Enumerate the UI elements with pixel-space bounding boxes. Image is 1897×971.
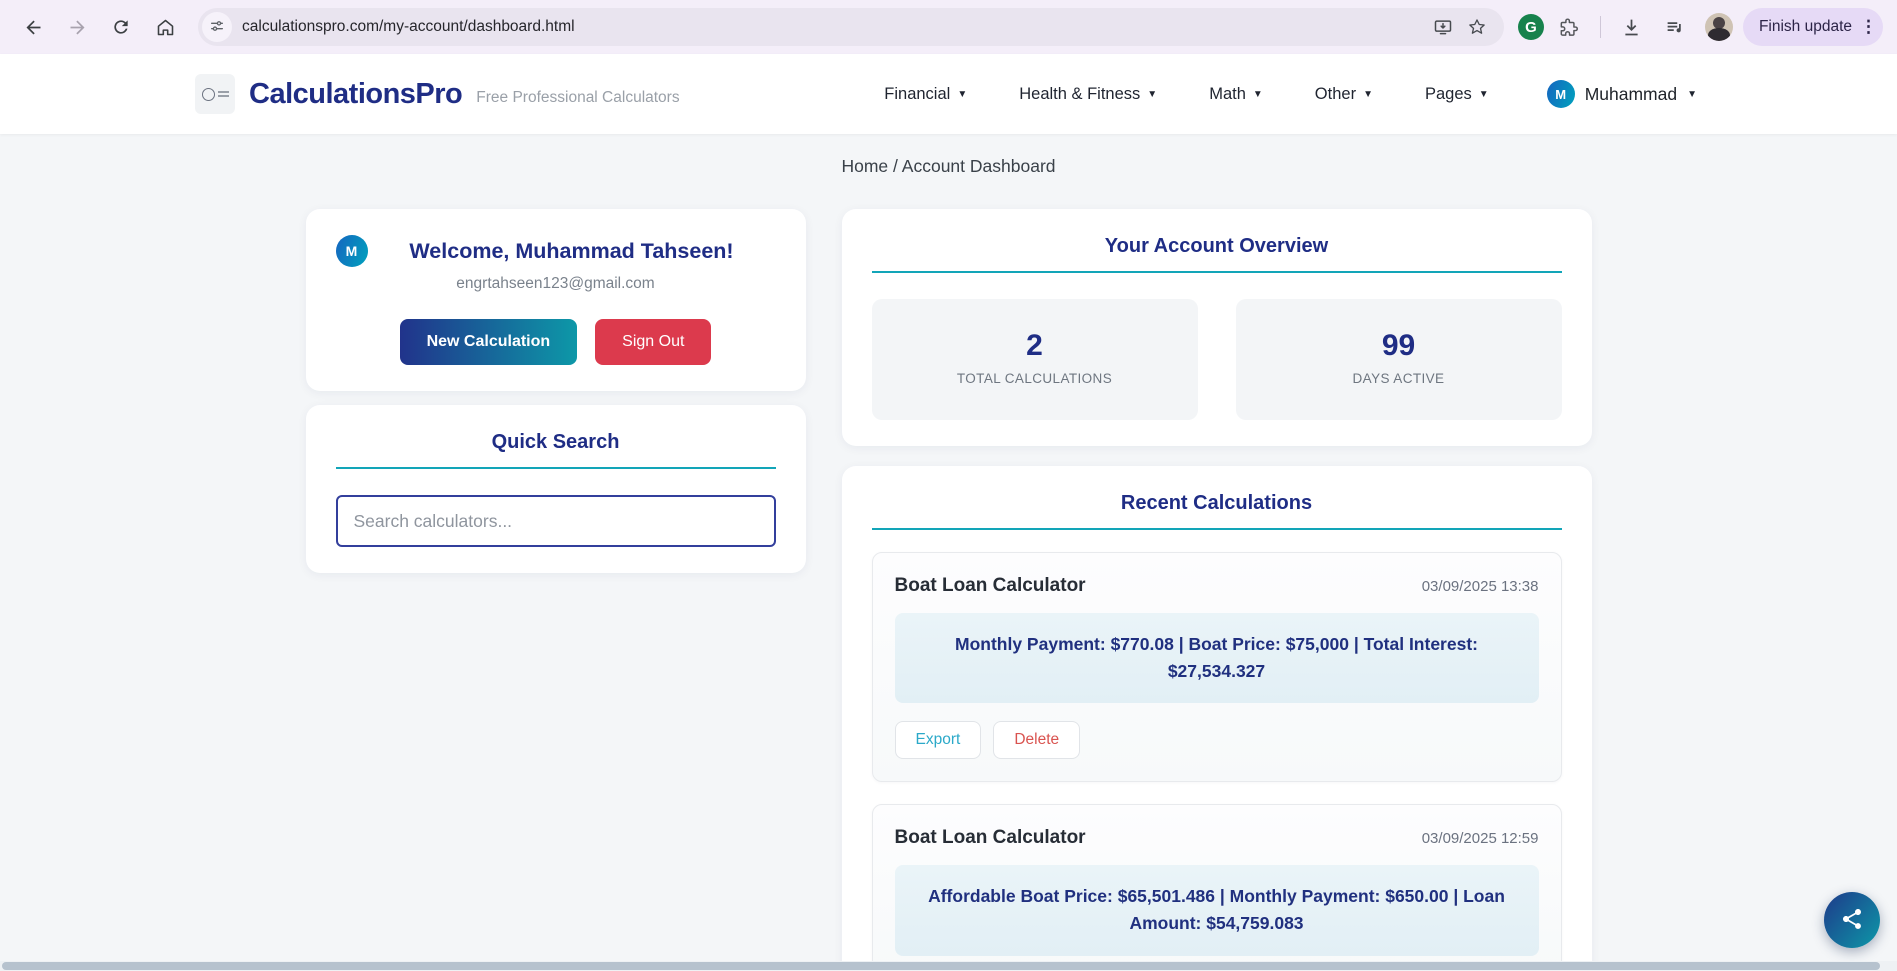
welcome-title: Welcome, Muhammad Tahseen!	[368, 239, 776, 264]
calculation-name: Boat Loan Calculator	[895, 575, 1086, 597]
menu-kebab-icon[interactable]: ⋮	[1860, 17, 1877, 37]
media-controls-button[interactable]	[1657, 8, 1695, 46]
extensions-icon	[1558, 17, 1579, 38]
stat-value: 99	[1246, 329, 1552, 363]
chevron-down-icon: ▼	[1147, 89, 1157, 100]
calculation-item: Boat Loan Calculator 03/09/2025 13:38 Mo…	[872, 552, 1562, 782]
home-icon	[155, 17, 176, 38]
share-icon	[1840, 907, 1864, 934]
download-icon	[1621, 17, 1642, 38]
nav-math[interactable]: Math ▼	[1209, 85, 1263, 104]
quick-search-title: Quick Search	[336, 431, 776, 454]
logo-ring-icon	[202, 88, 215, 101]
new-calculation-button[interactable]: New Calculation	[400, 319, 578, 365]
calculation-timestamp: 03/09/2025 13:38	[1422, 578, 1539, 595]
account-overview-title: Your Account Overview	[872, 235, 1562, 258]
finish-update-button[interactable]: Finish update ⋮	[1743, 8, 1883, 46]
main-nav: Financial ▼ Health & Fitness ▼ Math ▼ Ot…	[884, 85, 1488, 104]
site-logo[interactable]	[195, 74, 235, 114]
stat-label: TOTAL CALCULATIONS	[882, 371, 1188, 386]
nav-pages[interactable]: Pages ▼	[1425, 85, 1489, 104]
welcome-card: M Welcome, Muhammad Tahseen! engrtahseen…	[306, 209, 806, 391]
share-fab[interactable]	[1824, 892, 1880, 948]
recent-calculations-card: Recent Calculations Boat Loan Calculator…	[842, 466, 1592, 971]
user-avatar: M	[1547, 80, 1575, 108]
back-icon	[23, 17, 44, 38]
welcome-avatar: M	[336, 235, 368, 267]
forward-button[interactable]	[58, 8, 96, 46]
delete-button[interactable]: Delete	[993, 721, 1080, 759]
browser-toolbar: calculationspro.com/my-account/dashboard…	[0, 0, 1897, 54]
main-content: Home / Account Dashboard M Welcome, Muha…	[0, 156, 1897, 971]
grammarly-extension-button[interactable]: G	[1518, 14, 1544, 40]
search-input[interactable]	[336, 495, 776, 547]
breadcrumb-home-link[interactable]: Home	[841, 156, 888, 176]
breadcrumb-current: Account Dashboard	[902, 156, 1056, 176]
chevron-down-icon: ▼	[1363, 89, 1373, 100]
breadcrumb-separator: /	[888, 156, 902, 176]
teal-divider	[872, 528, 1562, 530]
export-button[interactable]: Export	[895, 721, 982, 759]
calculation-name: Boat Loan Calculator	[895, 827, 1086, 849]
url-bar[interactable]: calculationspro.com/my-account/dashboard…	[198, 8, 1504, 46]
url-text[interactable]: calculationspro.com/my-account/dashboard…	[242, 18, 1426, 36]
calculation-timestamp: 03/09/2025 12:59	[1422, 830, 1539, 847]
nav-financial[interactable]: Financial ▼	[884, 85, 967, 104]
quick-search-card: Quick Search	[306, 405, 806, 573]
teal-divider	[872, 271, 1562, 273]
calculation-result: Affordable Boat Price: $65,501.486 | Mon…	[895, 865, 1539, 955]
site-header: CalculationsPro Free Professional Calcul…	[0, 54, 1897, 134]
stat-value: 2	[882, 329, 1188, 363]
downloads-button[interactable]	[1613, 8, 1651, 46]
horizontal-scrollbar	[0, 961, 1897, 971]
account-email: engrtahseen123@gmail.com	[336, 275, 776, 293]
chevron-down-icon: ▼	[1479, 89, 1489, 100]
horizontal-scrollbar-thumb[interactable]	[2, 962, 1880, 970]
bookmark-button[interactable]	[1460, 10, 1494, 44]
extensions-button[interactable]	[1550, 8, 1588, 46]
sign-out-button[interactable]: Sign Out	[595, 319, 711, 365]
forward-icon	[67, 17, 88, 38]
calculation-item: Boat Loan Calculator 03/09/2025 12:59 Af…	[872, 804, 1562, 971]
toolbar-divider	[1600, 16, 1601, 38]
profile-avatar[interactable]	[1705, 13, 1733, 41]
install-app-button[interactable]	[1426, 10, 1460, 44]
calculation-result: Monthly Payment: $770.08 | Boat Price: $…	[895, 613, 1539, 703]
reload-button[interactable]	[102, 8, 140, 46]
stat-total-calculations: 2 TOTAL CALCULATIONS	[872, 299, 1198, 420]
chevron-down-icon: ▼	[1687, 89, 1697, 100]
nav-other[interactable]: Other ▼	[1315, 85, 1373, 104]
brand-tagline: Free Professional Calculators	[476, 89, 679, 107]
breadcrumb: Home / Account Dashboard	[0, 156, 1897, 177]
home-button[interactable]	[146, 8, 184, 46]
install-icon	[1433, 17, 1453, 37]
user-menu[interactable]: M Muhammad ▼	[1547, 80, 1697, 108]
reload-icon	[111, 17, 131, 37]
chevron-down-icon: ▼	[957, 89, 967, 100]
grammarly-icon: G	[1525, 19, 1537, 36]
back-button[interactable]	[14, 8, 52, 46]
recent-calculations-title: Recent Calculations	[872, 492, 1562, 515]
site-info-icon	[209, 18, 225, 37]
nav-health-fitness[interactable]: Health & Fitness ▼	[1019, 85, 1157, 104]
site-info-button[interactable]	[202, 12, 232, 42]
chevron-down-icon: ▼	[1253, 89, 1263, 100]
stat-label: DAYS ACTIVE	[1246, 371, 1552, 386]
account-overview-card: Your Account Overview 2 TOTAL CALCULATIO…	[842, 209, 1592, 446]
stat-days-active: 99 DAYS ACTIVE	[1236, 299, 1562, 420]
bookmark-star-icon	[1467, 17, 1487, 37]
teal-divider	[336, 467, 776, 469]
media-playlist-icon	[1665, 17, 1686, 38]
brand-name[interactable]: CalculationsPro	[249, 78, 462, 111]
user-name: Muhammad	[1585, 84, 1677, 105]
